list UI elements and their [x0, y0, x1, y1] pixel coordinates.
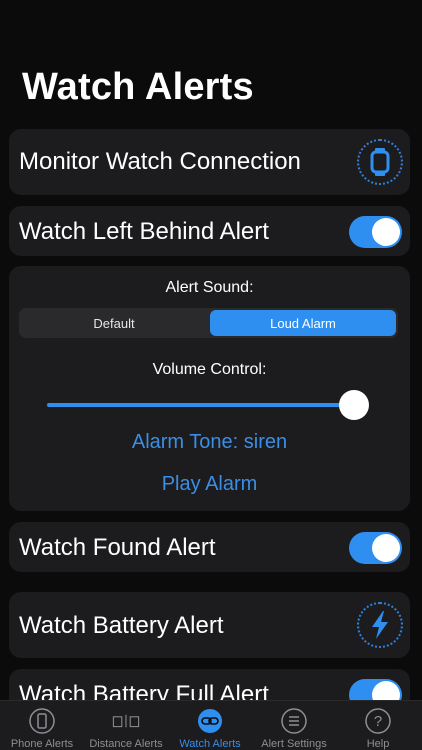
watch-battery-row[interactable]: Watch Battery Alert — [9, 592, 410, 658]
toggle-knob — [372, 218, 400, 246]
tab-label: Alert Settings — [261, 738, 327, 750]
alarm-tone-link[interactable]: Alarm Tone: siren — [9, 431, 410, 454]
svg-text:?: ? — [374, 713, 382, 730]
alert-sound-label: Alert Sound: — [165, 279, 254, 296]
alert-sound-segmented-control: Default Loud Alarm — [19, 308, 398, 338]
watch-left-behind-row: Watch Left Behind Alert — [9, 206, 410, 256]
tab-bar: Phone Alerts Distance Alerts Watch Alert… — [0, 700, 422, 750]
monitor-watch-connection-row[interactable]: Monitor Watch Connection — [9, 129, 410, 195]
toggle-knob — [372, 534, 400, 562]
tab-alert-settings[interactable]: Alert Settings — [252, 701, 336, 750]
distance-icon — [112, 707, 140, 735]
tab-label: Phone Alerts — [10, 738, 74, 750]
play-alarm-link[interactable]: Play Alarm — [9, 473, 410, 496]
lightning-icon[interactable] — [357, 602, 403, 648]
watch-battery-label: Watch Battery Alert — [19, 612, 224, 639]
tab-label: Distance Alerts — [89, 738, 163, 750]
tab-watch-alerts[interactable]: Watch Alerts — [168, 701, 252, 750]
watch-alerts-screen: Watch Alerts Monitor Watch Connection Wa… — [0, 0, 422, 750]
monitor-watch-connection-label: Monitor Watch Connection — [19, 148, 301, 175]
watch-found-row: Watch Found Alert — [9, 522, 410, 572]
alert-sound-panel: Alert Sound: Default Loud Alarm Volume C… — [9, 266, 410, 511]
volume-control-label: Volume Control: — [152, 361, 267, 378]
watch-icon[interactable] — [357, 139, 403, 185]
phone-icon — [28, 707, 56, 735]
tab-phone-alerts[interactable]: Phone Alerts — [0, 701, 84, 750]
tab-help[interactable]: ? Help — [336, 701, 420, 750]
tab-label: Help — [366, 738, 390, 750]
sound-option-default[interactable]: Default — [21, 310, 207, 336]
watch-found-toggle[interactable] — [349, 532, 402, 564]
watch-left-behind-label: Watch Left Behind Alert — [19, 218, 269, 245]
list-icon — [280, 707, 308, 735]
tab-distance-alerts[interactable]: Distance Alerts — [84, 701, 168, 750]
watch-left-behind-toggle[interactable] — [349, 216, 402, 248]
volume-slider-track[interactable] — [47, 403, 353, 407]
page-title: Watch Alerts — [22, 66, 254, 108]
watch-found-label: Watch Found Alert — [19, 534, 216, 561]
sound-option-loud-alarm[interactable]: Loud Alarm — [210, 310, 396, 336]
help-icon: ? — [364, 707, 392, 735]
volume-slider-thumb[interactable] — [339, 390, 369, 420]
tab-label: Watch Alerts — [179, 738, 241, 750]
watch-link-icon — [196, 707, 224, 735]
